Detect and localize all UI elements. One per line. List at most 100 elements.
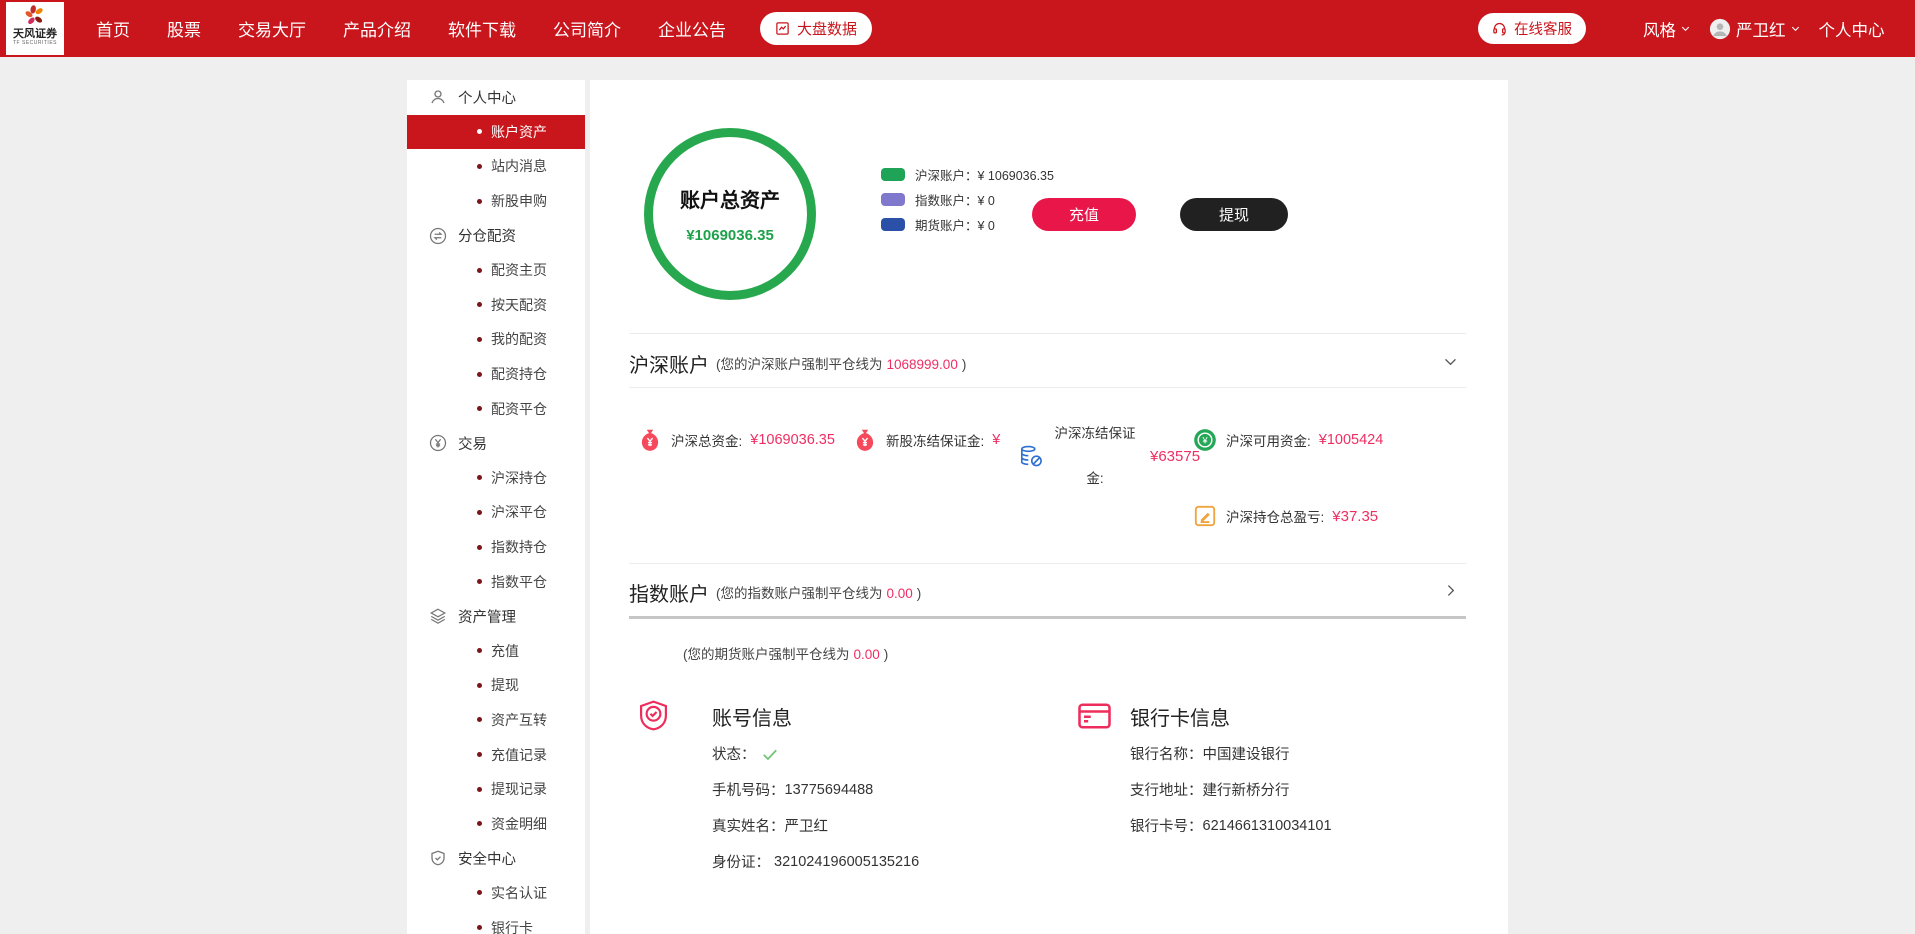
sidebar-item-daily-allocation[interactable]: 按天配资 [407,288,585,323]
sidebar-item-index-positions[interactable]: 指数持仓 [407,530,585,565]
nav-item-personal-center[interactable]: 个人中心 [1819,17,1885,41]
bullet-icon [477,337,482,342]
divider-thick [629,616,1466,619]
moneybag-icon [852,427,878,453]
shield-check-icon [636,697,671,734]
nav-item-company[interactable]: 公司简介 [553,16,621,41]
total-assets-circle: 账户总资产 ¥1069036.35 [644,128,816,300]
sidebar-item-withdraw[interactable]: 提现 [407,668,585,703]
nav-item-downloads[interactable]: 软件下载 [448,16,516,41]
sidebar-item-label: 配资平仓 [491,399,547,419]
bullet-icon [477,717,482,722]
brand-logo[interactable]: 天风证券 TF SECURITIES [6,2,64,55]
sidebar-item-site-messages[interactable]: 站内消息 [407,149,585,184]
branch-row: 支行地址： 建行新桥分行 [1130,780,1332,799]
style-dropdown[interactable]: 风格 [1643,17,1676,41]
sidebar-section-asset-management[interactable]: 资产管理 [407,599,585,634]
bullet-icon [477,787,482,792]
sidebar-item-bank-card[interactable]: 银行卡 [407,910,585,934]
withdraw-button[interactable]: 提现 [1180,198,1288,231]
nav-item-home[interactable]: 首页 [96,16,130,41]
real-name-label: 真实姓名： [712,815,785,836]
futures-line-prefix: (您的期货账户强制平仓线为 [683,647,850,662]
id-card-label: 身份证： [712,851,770,872]
sidebar-section-personal-center[interactable]: 个人中心 [407,80,585,115]
stat-label: 沪深持仓总盈亏: [1226,506,1324,526]
bullet-icon [477,683,482,688]
nav-item-announcements[interactable]: 企业公告 [658,16,726,41]
sidebar-item-asset-transfer[interactable]: 资产互转 [407,703,585,738]
sidebar-item-label: 充值记录 [491,745,547,765]
sidebar-item-allocation-positions[interactable]: 配资持仓 [407,357,585,392]
sidebar-item-new-stock-subscription[interactable]: 新股申购 [407,184,585,219]
logo-subtitle: TF SECURITIES [13,40,57,46]
sidebar-section-trading[interactable]: 交易 [407,426,585,461]
bullet-icon [477,268,482,273]
username-dropdown[interactable]: 严卫红 [1736,17,1786,41]
sidebar-item-label: 按天配资 [491,295,547,315]
bullet-icon [477,890,482,895]
legend-label: 期货账户：¥ 0 [915,215,995,234]
avatar-icon[interactable] [1709,18,1731,40]
hs-account-title: 沪深账户 [629,349,709,378]
bullet-icon [477,545,482,550]
sidebar-section-label: 交易 [458,433,487,454]
sidebar-section-security-center[interactable]: 安全中心 [407,841,585,876]
legend-swatch-blue [881,218,905,231]
sidebar-section-allocation[interactable]: 分仓配资 [407,218,585,253]
bullet-icon [477,579,482,584]
coins-icon [1018,443,1044,469]
legend-row-futures-account: 期货账户：¥ 0 [881,217,1054,232]
bullet-icon [477,129,482,134]
sidebar-item-real-name-auth[interactable]: 实名认证 [407,876,585,911]
header-user-area: 风格 严卫红 个人中心 [1643,0,1885,57]
sidebar-menu: 个人中心 账户资产 站内消息 新股申购 分仓配资 配资主页 按天配资 我的配资 … [407,80,585,934]
sidebar-item-hs-close[interactable]: 沪深平仓 [407,495,585,530]
nav-item-products[interactable]: 产品介绍 [343,16,411,41]
index-account-header[interactable]: 指数账户 (您的指数账户强制平仓线为0.00) [629,571,921,613]
sidebar-item-label: 账户资产 [491,122,547,142]
sidebar-section-label: 资产管理 [458,606,516,627]
stat-value: ¥ [992,432,1000,448]
hs-account-header[interactable]: 沪深账户 (您的沪深账户强制平仓线为1068999.00) [629,342,966,384]
real-name-row: 真实姓名： 严卫红 [712,816,919,835]
sidebar-item-label: 提现记录 [491,779,547,799]
online-service-button[interactable]: 在线客服 [1478,13,1586,44]
bullet-icon [477,648,482,653]
real-name-value: 严卫红 [785,815,829,836]
headset-icon [1492,21,1507,36]
bank-name-label: 银行名称： [1130,743,1203,764]
id-card-value: 321024196005135216 [774,854,919,870]
legend-label: 沪深账户：¥ 1069036.35 [915,165,1054,184]
chevron-right-icon[interactable] [1442,582,1459,599]
sidebar-item-fund-details[interactable]: 资金明细 [407,806,585,841]
id-card-row: 身份证： 321024196005135216 [712,852,919,871]
sidebar-item-hs-positions[interactable]: 沪深持仓 [407,461,585,496]
sidebar-item-recharge[interactable]: 充值 [407,634,585,669]
sidebar-item-label: 资产互转 [491,710,547,730]
legend-label: 指数账户：¥ 0 [915,190,995,209]
sidebar-item-allocation-home[interactable]: 配资主页 [407,253,585,288]
subtitle-suffix: ) [962,357,967,372]
sidebar-item-recharge-records[interactable]: 充值记录 [407,737,585,772]
sidebar-item-index-close[interactable]: 指数平仓 [407,564,585,599]
stat-label: 沪深冻结保证金: [1052,411,1138,501]
coin-icon: ¥ [1192,427,1218,453]
chevron-down-icon[interactable] [1790,23,1801,34]
market-data-button[interactable]: 大盘数据 [760,12,872,45]
sidebar-item-allocation-close[interactable]: 配资平仓 [407,391,585,426]
recharge-button[interactable]: 充值 [1032,198,1136,231]
sidebar-item-account-assets[interactable]: 账户资产 [407,115,585,150]
nav-item-stocks[interactable]: 股票 [167,16,201,41]
sidebar-item-my-allocation[interactable]: 我的配资 [407,322,585,357]
sidebar-item-label: 配资持仓 [491,364,547,384]
nav-item-trading-hall[interactable]: 交易大厅 [238,16,306,41]
stat-value: ¥1005424 [1319,432,1384,448]
account-info-title: 账号信息 [712,702,792,731]
sidebar-item-withdraw-records[interactable]: 提现记录 [407,772,585,807]
chevron-down-icon[interactable] [1680,23,1691,34]
status-row: 状态： [712,744,919,763]
chevron-down-icon[interactable] [1442,353,1459,370]
bullet-icon [477,302,482,307]
futures-liquidation-line: (您的期货账户强制平仓线为0.00) [683,643,888,663]
